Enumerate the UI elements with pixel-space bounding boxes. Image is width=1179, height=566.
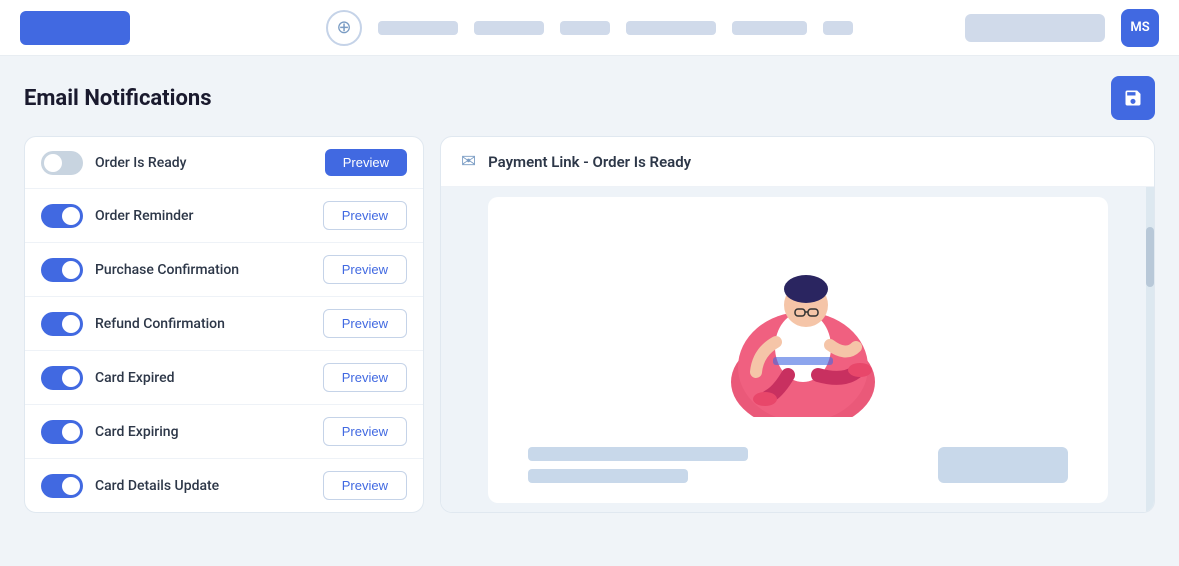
preview-button-card-details-update[interactable]: Preview (323, 471, 407, 500)
label-card-expired: Card Expired (95, 370, 174, 386)
toggle-knob (62, 369, 80, 387)
save-icon (1123, 88, 1143, 108)
two-column-layout: Order Is Ready Preview Order Reminder Pr… (24, 136, 1155, 513)
item-left-refund-confirmation: Refund Confirmation (41, 312, 225, 336)
list-item: Order Reminder Preview (25, 189, 423, 243)
toggle-order-reminder[interactable] (41, 204, 83, 228)
preview-button-order-reminder[interactable]: Preview (323, 201, 407, 230)
toggle-purchase-confirmation[interactable] (41, 258, 83, 282)
label-card-details-update: Card Details Update (95, 478, 219, 494)
top-nav: ⊕ MS (0, 0, 1179, 56)
main-content: Email Notifications Order Is Ready Previ… (0, 56, 1179, 533)
email-content-placeholders (528, 447, 1068, 483)
left-placeholder-stack (528, 447, 748, 483)
toggle-refund-confirmation[interactable] (41, 312, 83, 336)
list-item: Refund Confirmation Preview (25, 297, 423, 351)
nav-item-2[interactable] (474, 21, 544, 35)
list-item: Card Details Update Preview (25, 459, 423, 512)
preview-button-card-expired[interactable]: Preview (323, 363, 407, 392)
nav-item-5[interactable] (732, 21, 807, 35)
label-refund-confirmation: Refund Confirmation (95, 316, 225, 332)
preview-button-card-expiring[interactable]: Preview (323, 417, 407, 446)
toggle-knob (62, 315, 80, 333)
illustration (698, 227, 898, 427)
preview-button-order-is-ready[interactable]: Preview (325, 149, 407, 176)
item-left-card-details-update: Card Details Update (41, 474, 219, 498)
label-order-reminder: Order Reminder (95, 208, 194, 224)
list-item: Card Expiring Preview (25, 405, 423, 459)
toggle-knob (62, 261, 80, 279)
email-preview-panel: ✉ Payment Link - Order Is Ready (440, 136, 1155, 513)
label-purchase-confirmation: Purchase Confirmation (95, 262, 239, 278)
placeholder-line-1 (528, 447, 748, 461)
placeholder-button (938, 447, 1068, 483)
toggle-card-expired[interactable] (41, 366, 83, 390)
toggle-knob (62, 423, 80, 441)
page-title: Email Notifications (24, 86, 212, 111)
nav-item-3[interactable] (560, 21, 610, 35)
scrollbar-thumb[interactable] (1146, 227, 1154, 287)
item-left-card-expired: Card Expired (41, 366, 174, 390)
nav-search[interactable] (965, 14, 1105, 42)
nav-item-4[interactable] (626, 21, 716, 35)
toggle-knob (62, 207, 80, 225)
email-notifications-list: Order Is Ready Preview Order Reminder Pr… (24, 136, 424, 513)
page-header: Email Notifications (24, 76, 1155, 120)
list-item: Order Is Ready Preview (25, 137, 423, 189)
item-left-card-expiring: Card Expiring (41, 420, 179, 444)
list-item: Card Expired Preview (25, 351, 423, 405)
avatar[interactable]: MS (1121, 9, 1159, 47)
label-order-is-ready: Order Is Ready (95, 155, 187, 171)
email-preview-card (488, 197, 1108, 503)
toggle-card-details-update[interactable] (41, 474, 83, 498)
list-item: Purchase Confirmation Preview (25, 243, 423, 297)
toggle-knob (62, 477, 80, 495)
preview-button-purchase-confirmation[interactable]: Preview (323, 255, 407, 284)
nav-item-6[interactable] (823, 21, 853, 35)
preview-panel-title: Payment Link - Order Is Ready (488, 153, 691, 171)
toggle-card-expiring[interactable] (41, 420, 83, 444)
nav-logo[interactable] (20, 11, 130, 45)
email-preview-body (441, 187, 1154, 512)
preview-button-refund-confirmation[interactable]: Preview (323, 309, 407, 338)
label-card-expiring: Card Expiring (95, 424, 179, 440)
add-button[interactable]: ⊕ (326, 10, 362, 46)
toggle-order-is-ready[interactable] (41, 151, 83, 175)
toggle-knob (44, 154, 62, 172)
item-left-order-is-ready: Order Is Ready (41, 151, 187, 175)
placeholder-line-2 (528, 469, 688, 483)
save-button[interactable] (1111, 76, 1155, 120)
person-beanbag-illustration (698, 227, 898, 417)
nav-item-1[interactable] (378, 21, 458, 35)
item-left-order-reminder: Order Reminder (41, 204, 194, 228)
preview-panel-header: ✉ Payment Link - Order Is Ready (441, 137, 1154, 187)
mail-icon: ✉ (461, 151, 476, 172)
item-left-purchase-confirmation: Purchase Confirmation (41, 258, 239, 282)
scrollbar-track[interactable] (1146, 187, 1154, 512)
